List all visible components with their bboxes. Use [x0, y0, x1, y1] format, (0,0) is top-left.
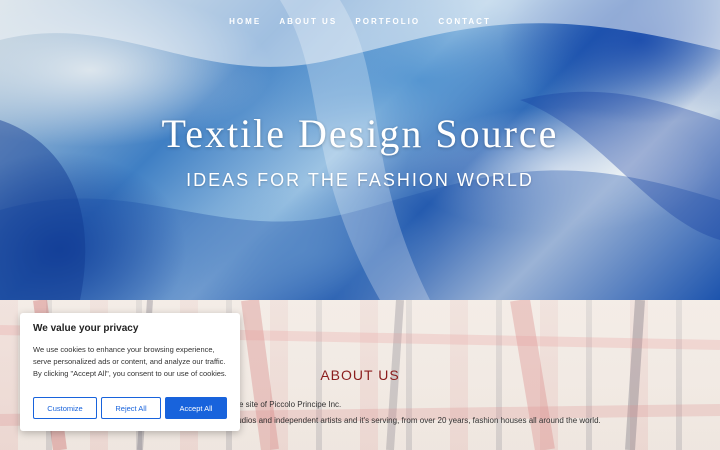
- reject-all-button[interactable]: Reject All: [101, 397, 161, 419]
- hero-section: HOME ABOUT US PORTFOLIO CONTACT Textile …: [0, 0, 720, 300]
- cookie-buttons: Customize Reject All Accept All: [33, 397, 227, 419]
- main-nav: HOME ABOUT US PORTFOLIO CONTACT: [0, 17, 720, 26]
- customize-button[interactable]: Customize: [33, 397, 97, 419]
- cookie-text: We use cookies to enhance your browsing …: [33, 345, 227, 378]
- cookie-title: We value your privacy: [33, 323, 139, 334]
- hero-title: Textile Design Source: [161, 111, 559, 156]
- about-text-line1: ve site of Piccolo Principe Inc.: [235, 400, 342, 409]
- nav-portfolio[interactable]: PORTFOLIO: [355, 17, 420, 26]
- hero-subtitle: IDEAS FOR THE FASHION WORLD: [186, 170, 534, 190]
- accept-all-button[interactable]: Accept All: [165, 397, 227, 419]
- nav-about-us[interactable]: ABOUT US: [279, 17, 337, 26]
- nav-contact[interactable]: CONTACT: [438, 17, 491, 26]
- cookie-consent-banner: We value your privacy We use cookies to …: [20, 313, 240, 431]
- nav-home[interactable]: HOME: [229, 17, 261, 26]
